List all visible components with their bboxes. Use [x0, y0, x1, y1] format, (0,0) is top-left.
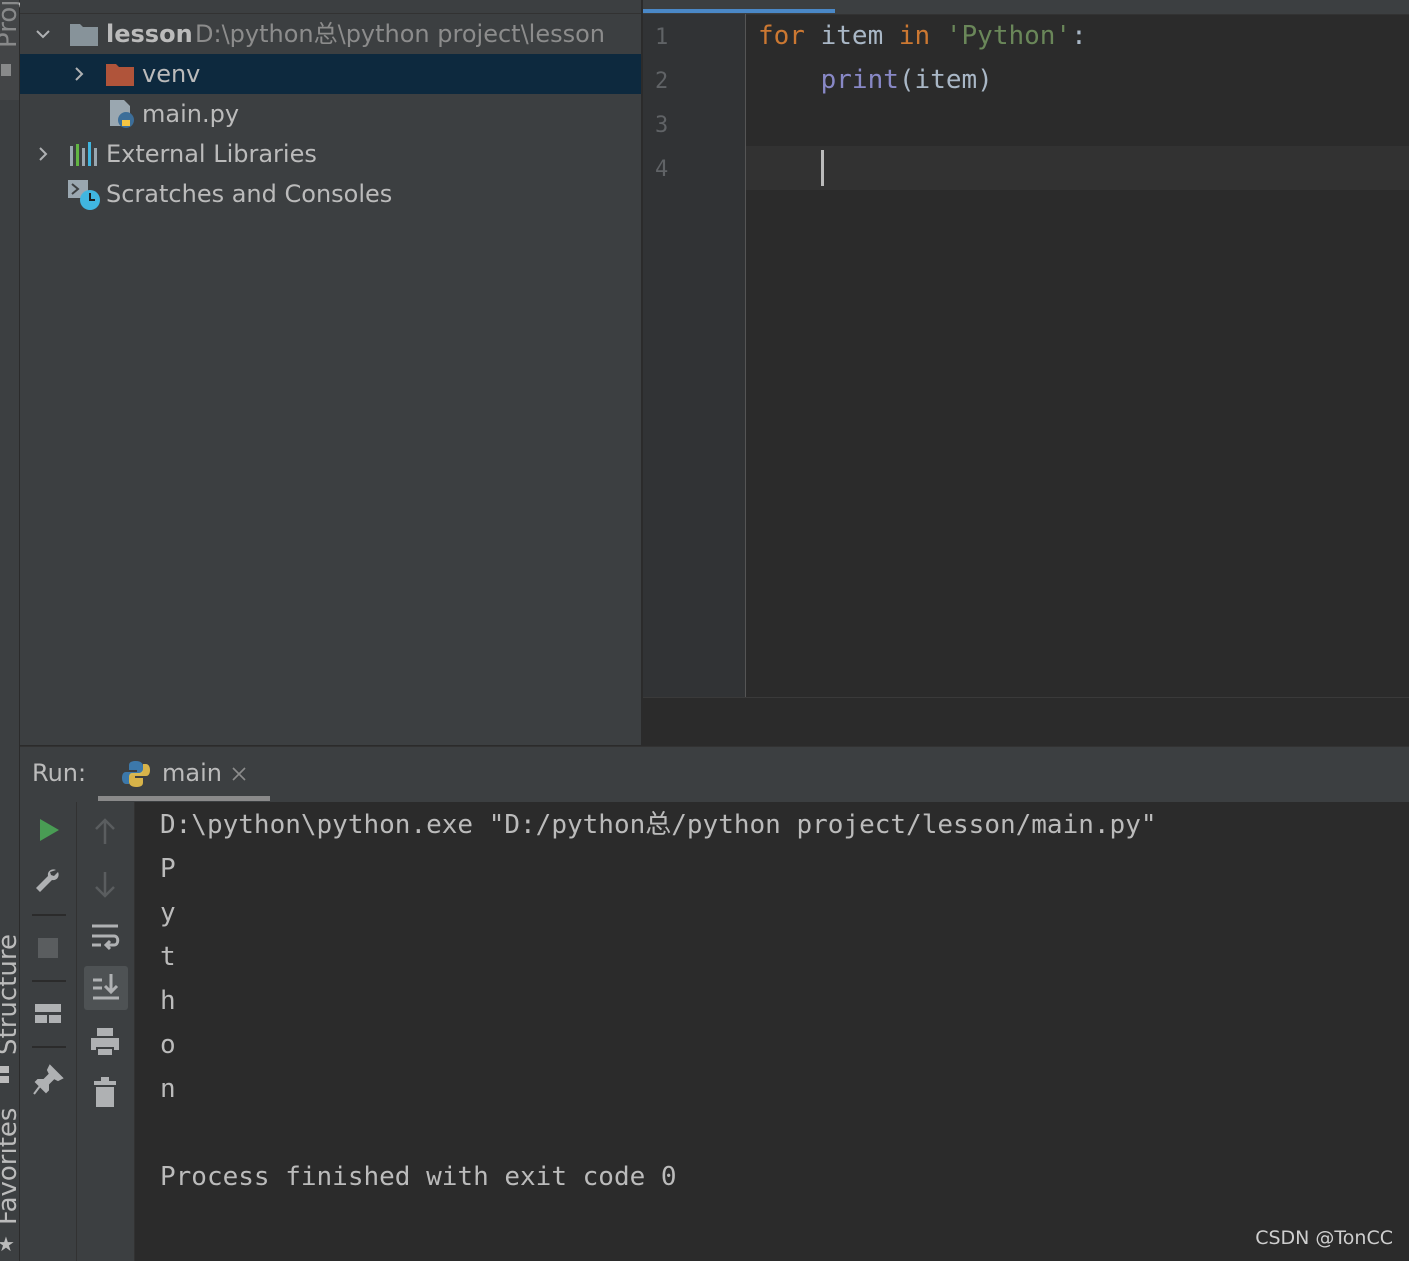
console-line: P	[160, 854, 176, 884]
editor-status-area	[643, 697, 1409, 746]
folder-icon	[106, 64, 134, 86]
line-number: 1	[655, 25, 669, 50]
punctuation: :	[1071, 21, 1087, 51]
tree-item-venv[interactable]: venv	[20, 54, 641, 94]
arrow-down-icon[interactable]	[85, 864, 125, 904]
root-folder-name: lesson	[106, 20, 193, 48]
active-tab-indicator	[643, 9, 835, 13]
arrow-up-icon[interactable]	[85, 812, 125, 852]
builtin-function: print	[820, 65, 899, 95]
structure-tool-icon	[0, 1066, 9, 1084]
project-tool-tab-highlight	[0, 0, 19, 100]
scratches-icon	[68, 180, 100, 210]
soft-wrap-icon[interactable]	[85, 916, 125, 956]
run-label: Run:	[32, 759, 87, 787]
run-toolbar-primary	[20, 802, 77, 1261]
console-line: h	[160, 986, 176, 1016]
chevron-down-icon[interactable]	[36, 27, 50, 41]
scroll-to-end-toggle[interactable]	[84, 966, 128, 1010]
toolbar-separator	[32, 1046, 66, 1048]
tree-item-label: venv	[142, 60, 201, 88]
tree-root-lesson[interactable]: lesson D:\python总\python project\lesson	[20, 14, 641, 54]
left-tool-strip: Proje Structure Favorites ★	[0, 0, 23, 1261]
project-panel: lesson D:\python总\python project\lesson …	[20, 0, 641, 745]
console-line-command: D:\python\python.exe "D:/python总/python …	[160, 810, 1157, 840]
rerun-play-icon[interactable]	[28, 810, 68, 850]
code-line-1[interactable]: for item in 'Python':	[758, 14, 1087, 58]
current-line-highlight	[746, 146, 1409, 190]
line-number: 3	[655, 113, 669, 138]
tree-item-label: External Libraries	[106, 140, 317, 168]
pin-icon[interactable]	[28, 1060, 68, 1100]
console-line-exit-status: Process finished with exit code 0	[160, 1162, 677, 1192]
console-line: t	[160, 942, 176, 972]
tree-item-label: Scratches and Consoles	[106, 180, 393, 208]
layout-icon[interactable]	[28, 994, 68, 1034]
library-icon	[70, 142, 97, 166]
project-panel-header-edge	[20, 0, 641, 14]
text-caret	[821, 150, 824, 186]
favorites-tool-tab[interactable]: Favorites	[0, 1108, 23, 1225]
tree-item-scratches[interactable]: Scratches and Consoles	[20, 174, 641, 214]
chevron-right-icon[interactable]	[72, 67, 86, 81]
python-icon	[122, 761, 150, 787]
identifier: item	[804, 21, 899, 51]
tree-item-main-py[interactable]: main.py	[20, 94, 641, 134]
string-literal: 'Python'	[930, 21, 1072, 51]
print-icon[interactable]	[85, 1022, 125, 1062]
tree-item-label: main.py	[142, 100, 240, 128]
console-line: y	[160, 898, 176, 928]
call-args: (item)	[898, 65, 993, 95]
scroll-to-end-icon	[93, 974, 119, 1000]
structure-tool-tab[interactable]: Structure	[0, 934, 23, 1055]
root-folder-path: D:\python总\python project\lesson	[195, 20, 605, 48]
wrench-icon[interactable]	[28, 862, 68, 902]
python-file-icon	[110, 100, 134, 128]
folder-icon	[70, 24, 98, 46]
star-icon: ★	[0, 1232, 15, 1256]
code-editor[interactable]: 1 2 3 4 for item in 'Python': print(item…	[643, 0, 1409, 697]
keyword: for	[758, 21, 805, 51]
run-tab-label: main	[162, 759, 222, 787]
console-line: o	[160, 1030, 176, 1060]
run-tab-underline	[98, 796, 270, 801]
close-icon[interactable]	[232, 767, 246, 781]
run-console-output[interactable]: D:\python\python.exe "D:/python总/python …	[135, 802, 1409, 1261]
console-line: n	[160, 1074, 176, 1104]
tree-item-external-libraries[interactable]: External Libraries	[20, 134, 641, 174]
run-tab-main[interactable]: main	[98, 747, 270, 801]
toolbar-separator	[32, 980, 66, 982]
code-line-2[interactable]: print(item)	[758, 58, 993, 102]
chevron-right-icon[interactable]	[36, 147, 50, 161]
keyword: in	[898, 21, 931, 51]
line-number: 4	[655, 157, 669, 182]
editor-tab-strip[interactable]	[643, 0, 1409, 15]
trash-icon[interactable]	[85, 1072, 125, 1112]
line-number-gutter: 1 2 3 4	[643, 14, 746, 697]
line-number: 2	[655, 69, 669, 94]
toolbar-separator	[32, 914, 66, 916]
watermark: CSDN @TonCC	[1255, 1227, 1393, 1249]
stop-icon[interactable]	[28, 928, 68, 968]
run-panel-header: Run: main	[20, 746, 1409, 803]
run-toolbar-secondary	[77, 802, 135, 1261]
